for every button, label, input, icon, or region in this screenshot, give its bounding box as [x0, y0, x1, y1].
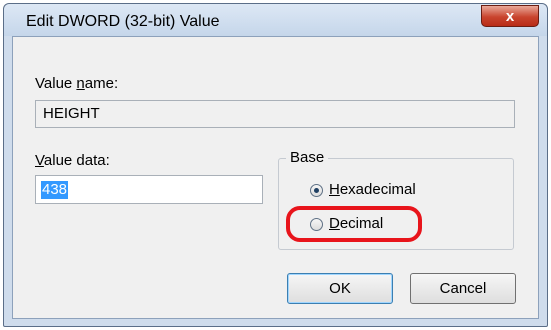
- close-icon: x: [505, 8, 515, 25]
- title-bar[interactable]: Edit DWORD (32-bit) Value x: [4, 4, 547, 36]
- value-data-selected-text: 438: [41, 181, 69, 199]
- ok-button[interactable]: OK: [287, 273, 393, 304]
- value-data-input[interactable]: 438: [35, 175, 263, 204]
- close-button[interactable]: x: [481, 5, 539, 27]
- base-group-label: Base: [286, 149, 329, 166]
- value-name-label: Value name:: [35, 75, 119, 92]
- dialog-window: Edit DWORD (32-bit) Value x Value name: …: [3, 3, 548, 327]
- window-title: Edit DWORD (32-bit) Value: [26, 13, 220, 30]
- decimal-highlight-annotation: [286, 206, 422, 242]
- hexadecimal-radio[interactable]: [310, 184, 323, 197]
- cancel-button[interactable]: Cancel: [410, 273, 516, 304]
- hexadecimal-label[interactable]: Hexadecimal: [329, 181, 416, 198]
- dialog-body: Value name: HEIGHT Value data: 438 Base …: [12, 36, 539, 319]
- value-data-label: Value data:: [35, 152, 110, 169]
- value-name-field: HEIGHT: [35, 100, 515, 128]
